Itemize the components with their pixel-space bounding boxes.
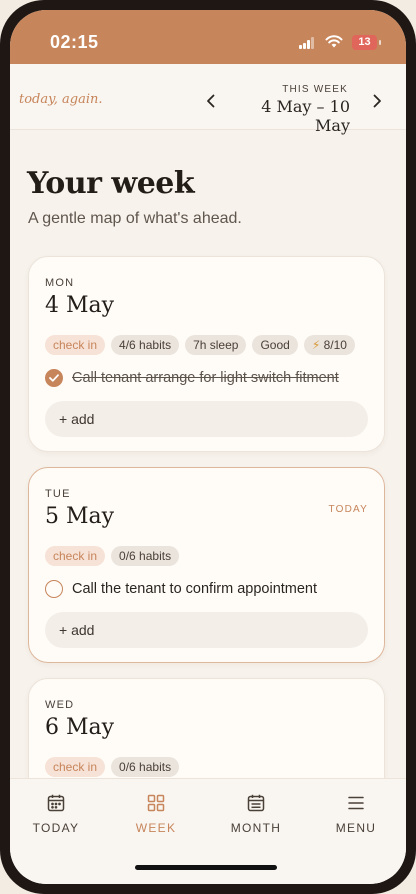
tab-label: MONTH [230, 821, 282, 835]
tab-label: TODAY [32, 821, 80, 835]
previous-week-button[interactable] [200, 90, 222, 112]
energy-value: 8/10 [323, 338, 347, 352]
day-card-wed[interactable]: WED 6 May check in 0/6 habits [28, 678, 385, 778]
tab-bar: TODAY WEEK MONTH MENU [10, 778, 406, 884]
hamburger-menu-icon [316, 791, 396, 815]
battery-icon: 13 [352, 35, 381, 50]
habits-chip: 0/6 habits [111, 546, 180, 566]
week-content[interactable]: Your week A gentle map of what's ahead. … [10, 130, 406, 778]
grid-icon [116, 791, 196, 815]
check-in-chip[interactable]: check in [45, 757, 106, 777]
home-indicator[interactable] [135, 865, 277, 870]
add-task-button[interactable]: + add [45, 612, 368, 648]
add-task-button[interactable]: + add [45, 401, 368, 437]
app-header: today, again. THIS WEEK 4 May – 10 May [10, 64, 406, 135]
task-item: Call tenant arrange for light switch fit… [45, 369, 339, 387]
task-item: Call the tenant to confirm appointment [45, 580, 317, 598]
tab-month[interactable]: MONTH [216, 791, 296, 835]
mood-chip: Good [252, 335, 298, 355]
tab-label: MENU [335, 821, 377, 835]
tab-today[interactable]: TODAY [16, 791, 96, 835]
battery-level: 13 [358, 36, 371, 48]
habits-chip: 0/6 habits [111, 757, 180, 777]
page-title: Your week [27, 166, 195, 201]
tab-week[interactable]: WEEK [116, 791, 196, 835]
lightning-icon: ⚡ [311, 338, 321, 352]
day-of-week: TUE [45, 488, 71, 500]
wifi-icon [325, 35, 343, 48]
calendar-month-icon [216, 791, 296, 815]
calendar-day-icon [16, 791, 96, 815]
chevron-left-icon [207, 94, 215, 108]
day-chips: check in 0/6 habits [45, 757, 180, 777]
day-chips: check in 0/6 habits [45, 546, 180, 566]
tab-menu[interactable]: MENU [316, 791, 396, 835]
task-text: Call the tenant to confirm appointment [72, 581, 318, 597]
tab-label: WEEK [135, 821, 177, 835]
day-of-week: WED [45, 699, 75, 711]
check-in-chip[interactable]: check in [45, 335, 106, 355]
day-card-mon[interactable]: MON 4 May check in 4/6 habits 7h sleep G… [28, 256, 385, 452]
task-text: Call tenant arrange for light switch fit… [72, 370, 339, 386]
chevron-right-icon [373, 94, 381, 108]
checkmark-icon [49, 374, 59, 382]
habits-chip: 4/6 habits [111, 335, 180, 355]
screen: 02:15 13 today, again. THIS WEEK 4 May –… [10, 10, 406, 884]
status-time: 02:15 [50, 32, 99, 52]
sleep-chip: 7h sleep [185, 335, 247, 355]
energy-chip: ⚡ 8/10 [303, 335, 355, 355]
task-checkbox[interactable] [45, 580, 63, 598]
page-subtitle: A gentle map of what's ahead. [28, 210, 242, 227]
day-of-week: MON [45, 277, 75, 289]
day-chips: check in 4/6 habits 7h sleep Good ⚡ 8/10 [45, 335, 355, 355]
week-caption: THIS WEEK [282, 84, 348, 95]
day-card-tue[interactable]: TUE TODAY 5 May check in 0/6 habits Call… [28, 467, 385, 663]
check-in-chip[interactable]: check in [45, 546, 106, 566]
day-date: 5 May [45, 504, 115, 529]
brand-logo-text: today, again. [19, 92, 103, 107]
day-date: 6 May [45, 715, 115, 740]
task-checkbox-checked[interactable] [45, 369, 63, 387]
day-date: 4 May [45, 293, 115, 318]
next-week-button[interactable] [366, 90, 388, 112]
cellular-signal-icon [299, 37, 317, 49]
status-bar: 02:15 13 [10, 10, 406, 64]
today-tag: TODAY [328, 504, 368, 515]
phone-frame: 02:15 13 today, again. THIS WEEK 4 May –… [0, 0, 416, 894]
